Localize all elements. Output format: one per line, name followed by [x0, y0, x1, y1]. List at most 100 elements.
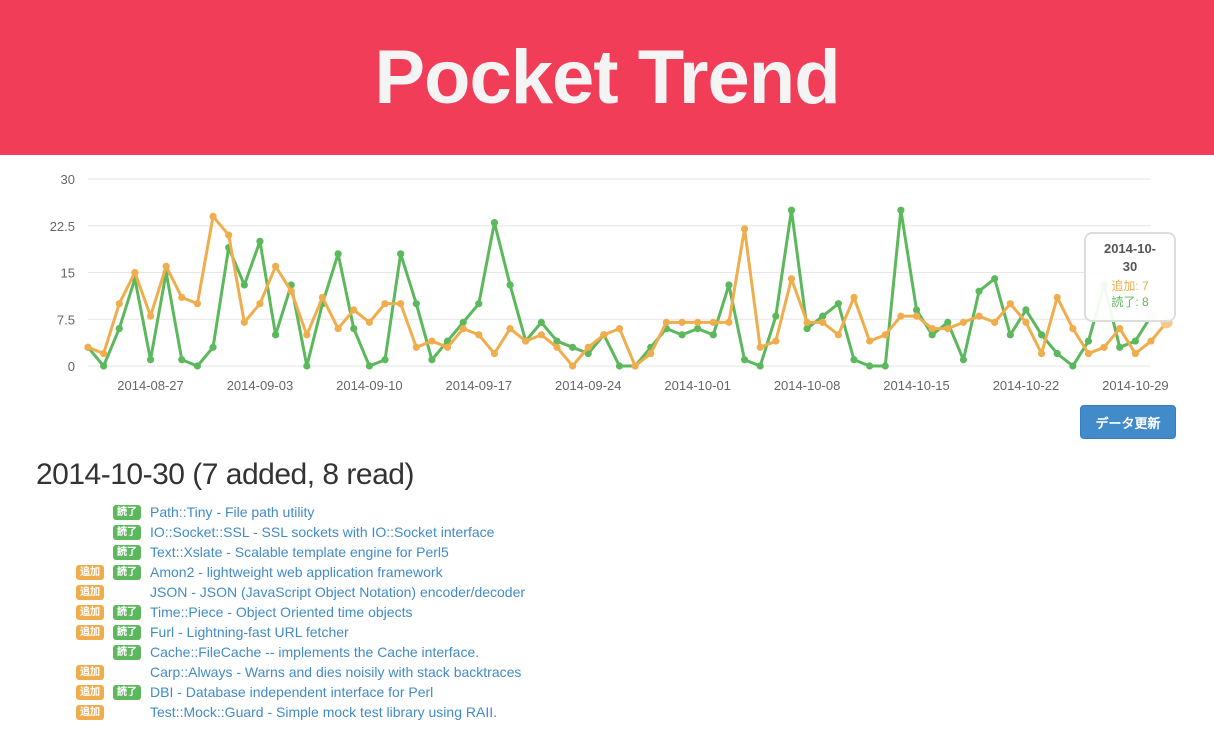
data-point — [146, 312, 155, 320]
data-point — [459, 325, 467, 333]
data-point — [584, 343, 592, 351]
data-point — [569, 343, 577, 351]
entry-link[interactable]: JSON - JSON (JavaScript Object Notation)… — [150, 584, 525, 600]
data-point — [381, 356, 389, 364]
data-point — [787, 275, 796, 283]
refresh-data-button[interactable]: データ更新 — [1080, 405, 1176, 439]
data-point — [146, 356, 155, 364]
x-tick-label: 2014-09-17 — [446, 378, 513, 393]
tooltip-added-count: 追加: 7 — [1111, 279, 1149, 293]
data-point — [350, 325, 358, 333]
data-point — [819, 318, 827, 326]
data-point — [522, 337, 530, 345]
data-point — [1037, 349, 1046, 358]
data-point — [1116, 343, 1124, 351]
data-point — [694, 325, 702, 333]
entry-link[interactable]: Cache::FileCache -- implements the Cache… — [150, 644, 479, 660]
data-point — [803, 325, 811, 333]
data-point — [772, 337, 780, 345]
list-item: 追加 読了 DBI - Database independent interface… — [76, 682, 525, 702]
data-point — [256, 300, 264, 308]
tooltip-read-count: 読了: 8 — [1111, 295, 1149, 309]
data-point — [412, 343, 420, 351]
data-point — [1131, 349, 1139, 358]
data-point — [569, 362, 577, 370]
read-badge-slot: 読了 — [113, 624, 148, 640]
data-point — [709, 318, 717, 326]
data-point — [975, 287, 983, 295]
x-tick-label: 2014-09-24 — [555, 378, 622, 393]
data-point — [850, 356, 858, 364]
data-point — [178, 293, 186, 302]
data-point — [100, 362, 108, 370]
data-point — [615, 325, 624, 333]
data-point — [1022, 306, 1030, 314]
entry-link[interactable]: Amon2 - lightweight web application fram… — [150, 564, 443, 580]
y-tick-label: 22.5 — [50, 219, 75, 234]
data-point — [397, 300, 405, 308]
added-badge-slot: 追加 — [76, 584, 111, 600]
read-badge: 読了 — [113, 604, 141, 620]
data-point — [490, 349, 499, 358]
data-point — [1069, 362, 1077, 370]
added-badge: 追加 — [76, 624, 104, 640]
x-tick-label: 2014-08-27 — [117, 378, 184, 393]
data-point — [881, 362, 889, 370]
added-badge: 追加 — [76, 664, 104, 680]
entry-link[interactable]: IO::Socket::SSL - SSL sockets with IO::S… — [150, 524, 494, 540]
entry-link[interactable]: DBI - Database independent interface for… — [150, 684, 433, 700]
read-badge: 読了 — [113, 644, 141, 660]
read-badge: 読了 — [113, 624, 141, 640]
series-line — [86, 208, 1153, 368]
read-badge: 読了 — [113, 684, 141, 700]
list-item: 読了 IO::Socket::SSL - SSL sockets with IO:… — [76, 522, 525, 542]
data-point — [991, 275, 999, 283]
list-item: 読了 Text::Xslate - Scalable template engin… — [76, 542, 525, 562]
list-item: 追加 JSON - JSON (JavaScript Object Notatio… — [76, 582, 525, 602]
data-point — [740, 356, 749, 364]
entry-link[interactable]: Text::Xslate - Scalable template engine … — [150, 544, 449, 560]
read-badge: 読了 — [113, 544, 141, 560]
data-point — [819, 312, 827, 320]
data-point — [1037, 331, 1046, 339]
data-point — [1053, 293, 1061, 302]
entry-link[interactable]: Furl - Lightning-fast URL fetcher — [150, 624, 349, 640]
entry-link[interactable]: Path::Tiny - File path utility — [150, 504, 314, 520]
entry-link[interactable]: Test::Mock::Guard - Simple mock test lib… — [150, 704, 497, 720]
data-point — [897, 312, 905, 320]
data-point — [209, 343, 217, 351]
entry-link[interactable]: Time::Piece - Object Oriented time objec… — [150, 604, 412, 620]
x-tick-label: 2014-09-03 — [227, 378, 294, 393]
data-point — [928, 325, 936, 333]
added-badge-slot — [76, 644, 111, 660]
data-point — [537, 318, 545, 326]
data-point — [834, 331, 842, 339]
data-point — [271, 262, 280, 270]
read-badge: 読了 — [113, 564, 141, 580]
added-badge: 追加 — [76, 564, 104, 580]
data-point — [115, 300, 123, 308]
y-tick-label: 30 — [61, 172, 75, 187]
data-point — [866, 362, 874, 370]
entry-link[interactable]: Carp::Always - Warns and dies noisily wi… — [150, 664, 521, 680]
data-point — [709, 331, 717, 339]
data-point — [991, 318, 999, 326]
list-item: 読了 Path::Tiny - File path utility — [76, 502, 525, 522]
x-tick-label: 2014-10-22 — [993, 378, 1060, 393]
read-badge-slot: 読了 — [113, 524, 148, 540]
site-header: Pocket Trend — [0, 0, 1214, 155]
x-tick-label: 2014-10-08 — [774, 378, 841, 393]
data-point — [756, 343, 764, 351]
data-point — [271, 331, 280, 339]
data-point — [287, 287, 295, 295]
data-point — [100, 349, 108, 358]
added-badge-slot: 追加 — [76, 704, 111, 720]
read-badge-slot: 読了 — [113, 684, 148, 700]
x-tick-label: 2014-10-15 — [883, 378, 950, 393]
y-tick-label: 7.5 — [57, 312, 75, 327]
data-point — [647, 349, 655, 358]
data-point — [506, 325, 514, 333]
data-point — [1069, 325, 1077, 333]
data-point — [459, 318, 467, 326]
list-item: 追加 読了 Time::Piece - Object Oriented time o… — [76, 602, 525, 622]
